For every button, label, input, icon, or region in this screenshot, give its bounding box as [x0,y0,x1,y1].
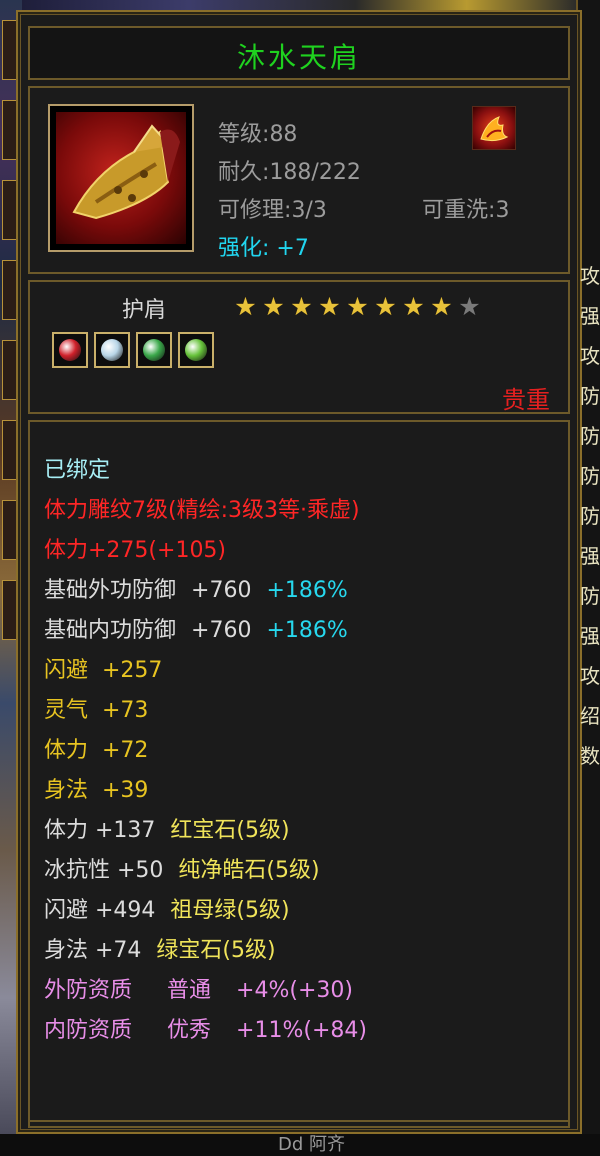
outer-defense-attr: 基础外功防御 +760 +186% [44,572,348,604]
inner-quality-attr: 内防资质 优秀 +11%(+84) [44,1012,367,1044]
enhance-row: 强化: +7 [218,230,309,262]
level-row: 等级:88 [218,122,298,147]
item-icon [48,104,194,252]
background-char: 防 [580,504,600,528]
star-rating: ★ ★ ★ ★ ★ ★ ★ ★ ★ [232,294,483,320]
spirit-attr: 灵气 +73 [44,698,149,723]
inner-defense-pct: +186% [266,618,348,643]
gem-attr-4: 身法 +74 绿宝石(5级) [44,932,276,964]
slot-type: 护肩 [122,298,167,323]
gem-attr-3: 闪避 +494 祖母绿(5级) [44,892,290,924]
rarity-label: 贵重 [502,386,550,414]
background-char: 防 [580,464,600,488]
background-char: 攻 [580,344,600,368]
star-icon: ★ [262,292,285,321]
background-char: 数 [580,744,600,768]
durability-label: 耐久 [218,160,263,185]
gem-attr-2: 冰抗性 +50 纯净皓石(5级) [44,852,320,884]
repairable-value: 3/3 [291,198,327,223]
outer-defense-value: +760 [191,578,252,603]
gem-attr-name: 绿宝石(5级) [156,938,276,963]
agility-attr: 身法 +39 [44,778,149,803]
inner-defense-value: +760 [191,618,252,643]
outer-quality-attr: 外防资质 普通 +4%(+30) [44,972,353,1004]
background-char: 攻 [580,664,600,688]
quality-label: 内防资质 [44,1018,133,1043]
repairable-row: 可修理:3/3 [218,198,327,223]
attribute-section: 已绑定 体力雕纹7级(精绘:3级3等·乘虚) 体力+275(+105) 基础外功… [28,420,570,1128]
item-type-section: 护肩 ★ ★ ★ ★ ★ ★ ★ ★ ★ 贵重 [28,280,570,414]
item-tooltip: 沐水天肩 等级:88 耐久:188/222 可修理:3/3 可重洗:3 强化: … [16,10,582,1155]
star-icon: ★ [374,292,397,321]
outer-defense-label: 基础外功防御 [44,578,177,603]
gem-attr-1: 体力 +137 红宝石(5级) [44,812,290,844]
background-char: 强 [580,624,600,648]
ruby-gem-icon [52,332,88,368]
gem-attr-name: 纯净皓石(5级) [178,858,320,883]
jade-gem-icon [136,332,172,368]
inner-defense-attr: 基础内功防御 +760 +186% [44,612,348,644]
gem-attr-stat: 体力 +137 [44,818,156,843]
rewash-value: 3 [495,198,510,223]
gem-attr-name: 红宝石(5级) [170,818,290,843]
quality-grade: 优秀 [167,1018,212,1043]
enhance-value: +7 [276,236,309,261]
bound-status: 已绑定 [44,458,111,483]
vitality-total-attr: 体力+275(+105) [44,538,227,563]
shoulder-armor-icon [56,112,186,244]
enhance-label: 强化: [218,236,270,261]
gem-attr-stat: 冰抗性 +50 [44,858,164,883]
quality-value: +11%(+84) [236,1018,367,1043]
item-name: 沐水天肩 [236,41,361,74]
vitality-attr: 体力 +72 [44,738,149,763]
phoenix-icon [472,106,516,150]
star-icon: ★ [430,292,453,321]
star-icon: ★ [346,292,369,321]
background-char: 防 [580,584,600,608]
diamond-gem-icon [94,332,130,368]
star-icon: ★ [234,292,257,321]
dodge-attr: 闪避 +257 [44,658,163,683]
quality-grade: 普通 [167,978,212,1003]
durability-value: 188/222 [269,160,361,185]
background-char: 攻 [580,264,600,288]
rewash-row: 可重洗:3 [422,198,510,223]
gem-attr-name: 祖母绿(5级) [170,898,290,923]
level-label: 等级 [218,122,263,147]
emerald-gem-icon [178,332,214,368]
background-char: 强 [580,304,600,328]
star-icon: ★ [458,292,481,321]
title-bar: 沐水天肩 [28,26,570,80]
star-icon: ★ [290,292,313,321]
star-icon: ★ [402,292,425,321]
gem-attr-stat: 闪避 +494 [44,898,156,923]
star-icon: ★ [318,292,341,321]
background-char: 防 [580,424,600,448]
gem-slots [52,332,214,368]
background-char: 强 [580,544,600,568]
rewash-label: 可重洗 [422,198,489,223]
repairable-label: 可修理 [218,198,285,223]
level-value: 88 [269,122,298,147]
quality-label: 外防资质 [44,978,133,1003]
gem-attr-stat: 身法 +74 [44,938,142,963]
item-info-section: 等级:88 耐久:188/222 可修理:3/3 可重洗:3 强化: +7 [28,86,570,274]
background-char: 防 [580,384,600,408]
engrave-attr: 体力雕纹7级(精绘:3级3等·乘虚) [44,498,360,523]
inner-defense-label: 基础内功防御 [44,618,177,643]
quality-value: +4%(+30) [236,978,353,1003]
background-char: 绍 [580,704,600,728]
outer-defense-pct: +186% [266,578,348,603]
durability-row: 耐久:188/222 [218,160,361,185]
